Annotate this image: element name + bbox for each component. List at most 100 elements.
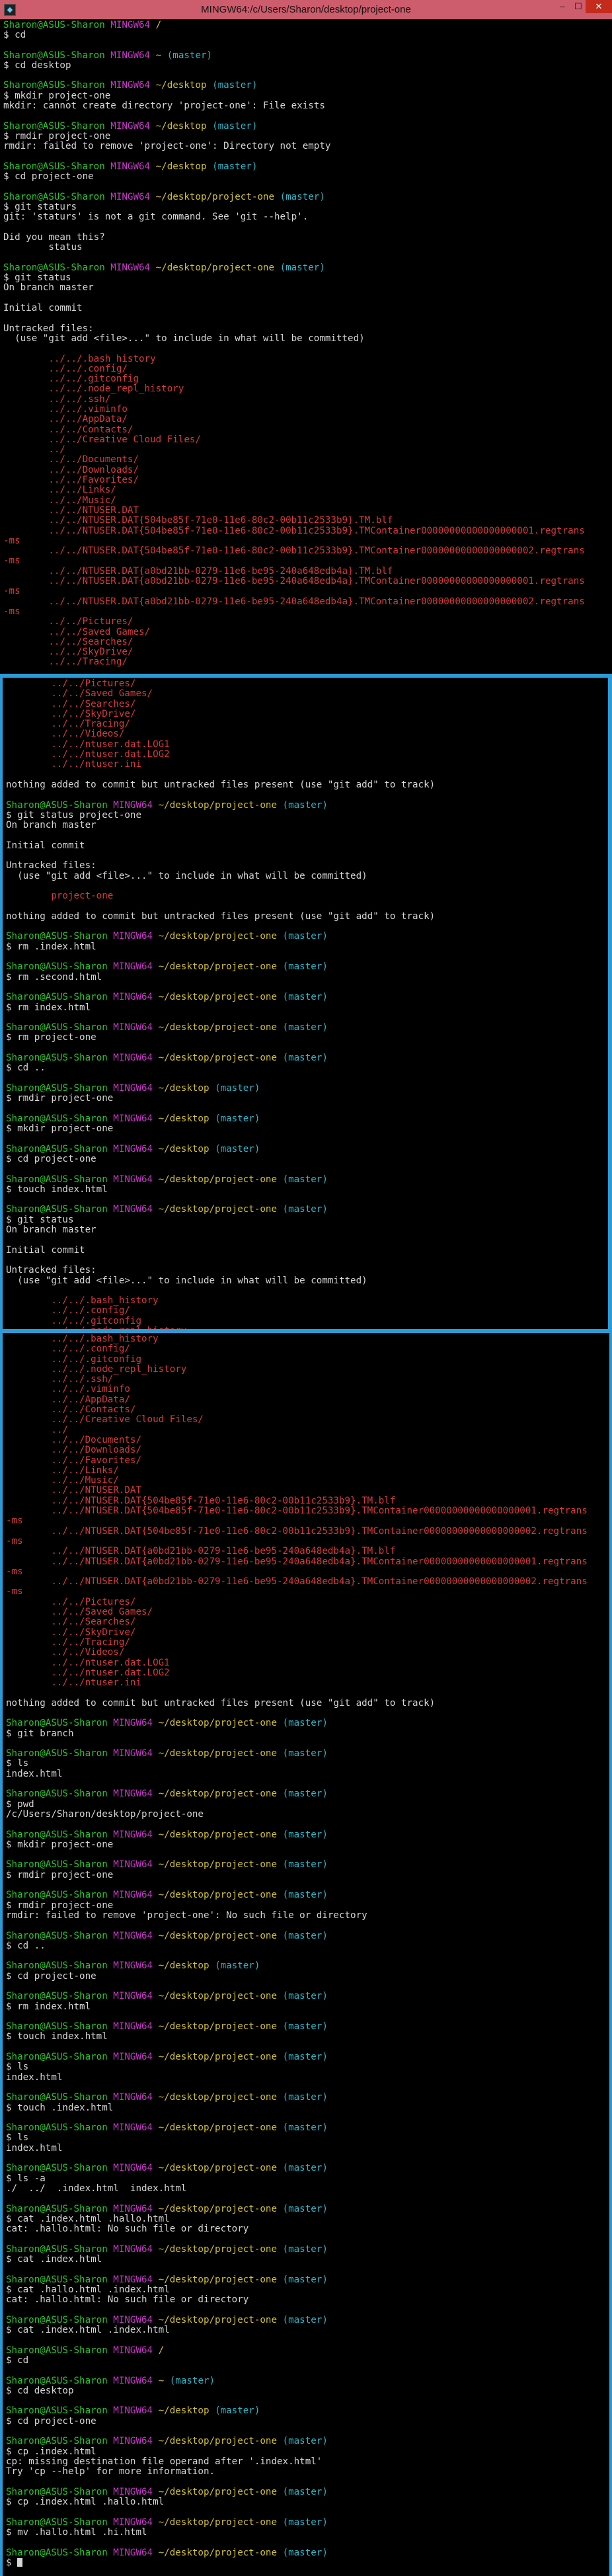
output-line: $ rmdir project-one xyxy=(6,1871,609,1880)
prompt-env: MINGW64 xyxy=(113,992,159,1003)
prompt-path: ~/desktop xyxy=(158,2406,215,2417)
prompt-branch: (master) xyxy=(282,1205,328,1215)
output-line: ../../ntuser.ini xyxy=(6,1678,609,1688)
prompt-branch: (master) xyxy=(282,1890,328,1901)
text-span: $ ls -a xyxy=(6,2173,46,2184)
prompt-line: Sharon@ASUS-Sharon MINGW64 ~/desktop/pro… xyxy=(6,1789,609,1799)
text-span: $ rm index.html xyxy=(6,1002,91,1013)
prompt-user: Sharon@ASUS-Sharon xyxy=(6,2376,114,2386)
untracked-file: ../../Creative Cloud Files/ xyxy=(6,1415,204,1426)
text-span: rmdir: failed to remove 'project-one': N… xyxy=(6,1910,367,1921)
output-line: ../../Downloads/ xyxy=(6,1445,609,1455)
untracked-file: ../../Creative Cloud Files/ xyxy=(3,434,201,445)
prompt-path: ~/desktop/project-one xyxy=(158,2274,283,2285)
prompt-path: ~/desktop/project-one xyxy=(158,1174,283,1185)
output-line: ../ xyxy=(6,1426,609,1435)
prompt-user: Sharon@ASUS-Sharon xyxy=(6,2345,114,2356)
terminal-pane-3[interactable]: ../../.bash_history ../../.config/ ../..… xyxy=(0,1333,612,2576)
prompt-line: Sharon@ASUS-Sharon MINGW64 ~/desktop (ma… xyxy=(6,2406,609,2416)
terminal-pane-1[interactable]: Sharon@ASUS-Sharon MINGW64 / $ cd Sharon… xyxy=(0,19,612,674)
text-span: $ cat .index.html .hallo.html xyxy=(6,2214,170,2224)
prompt-user: Sharon@ASUS-Sharon xyxy=(6,2244,114,2255)
prompt-branch: (master) xyxy=(282,1174,328,1185)
prompt-branch: (master) xyxy=(282,1830,328,1840)
prompt-env: MINGW64 xyxy=(110,121,156,132)
prompt-branch: (master) xyxy=(282,2093,328,2103)
untracked-file: ../../Tracing/ xyxy=(3,657,128,668)
output-line: ../../NTUSER.DAT{504be85f-71e0-11e6-80c2… xyxy=(3,516,612,526)
text-span: Did you mean this? xyxy=(3,232,105,243)
untracked-file: ../../NTUSER.DAT xyxy=(6,1486,141,1496)
prompt-line: Sharon@ASUS-Sharon MINGW64 ~/desktop/pro… xyxy=(6,1053,609,1063)
output-line: -ms xyxy=(6,1587,609,1597)
prompt-user: Sharon@ASUS-Sharon xyxy=(6,2517,114,2528)
text-span: $ git status xyxy=(3,273,71,284)
output-line: rmdir: failed to remove 'project-one': D… xyxy=(3,141,612,151)
output-line: $ cd desktop xyxy=(6,2386,609,2396)
text-span: $ rmdir project-one xyxy=(6,1900,114,1911)
prompt-path: ~/desktop/project-one xyxy=(158,2487,283,2497)
prompt-env: MINGW64 xyxy=(113,1890,159,1901)
prompt-user: Sharon@ASUS-Sharon xyxy=(6,1113,114,1124)
untracked-file: ../../ntuser.dat.LOG1 xyxy=(6,1658,170,1668)
output-line: ../../Favorites/ xyxy=(3,475,612,485)
output-line: rmdir: failed to remove 'project-one': N… xyxy=(6,1911,609,1921)
output-line: ../../ntuser.ini xyxy=(6,760,609,770)
window-titlebar: ◆ MINGW64:/c/Users/Sharon/desktop/projec… xyxy=(0,0,612,19)
output-line: cat: .hallo.html: No such file or direct… xyxy=(6,2224,609,2234)
prompt-env: MINGW64 xyxy=(113,1961,159,1972)
output-line: ../../ntuser.dat.LOG2 xyxy=(6,1668,609,1678)
output-line: $ mv .hallo.html .hi.html xyxy=(6,2528,609,2538)
prompt-env: MINGW64 xyxy=(113,2345,159,2356)
prompt-branch: (master) xyxy=(282,1718,328,1729)
output-line: $ cd project-one xyxy=(6,1972,609,1982)
output-line: ../../NTUSER.DAT{504be85f-71e0-11e6-80c2… xyxy=(3,526,612,536)
prompt-line: Sharon@ASUS-Sharon MINGW64 ~/desktop/pro… xyxy=(6,2163,609,2173)
text-span: $ cd project-one xyxy=(6,2416,96,2427)
prompt-path: ~/desktop/project-one xyxy=(158,2093,283,2103)
minimize-icon[interactable]: – xyxy=(554,0,571,13)
text-span: $ cat .index.html xyxy=(6,2255,102,2265)
prompt-branch: (master) xyxy=(215,1083,260,1094)
prompt-env: MINGW64 xyxy=(113,1789,159,1800)
untracked-file: ../../NTUSER.DAT{504be85f-71e0-11e6-80c2… xyxy=(3,526,585,536)
text-span: $ touch index.html xyxy=(6,1184,108,1195)
close-icon[interactable]: ✕ xyxy=(586,0,612,13)
untracked-file: ../../.bash_history xyxy=(6,1296,159,1307)
untracked-file: ../../.node_repl_history xyxy=(6,1364,187,1375)
untracked-file: ../../NTUSER.DAT{a0bd21bb-0279-11e6-be95… xyxy=(6,1577,588,1588)
output-line: ../../Creative Cloud Files/ xyxy=(6,1415,609,1425)
untracked-file: ../../SkyDrive/ xyxy=(6,1627,136,1638)
untracked-file: ../../Music/ xyxy=(6,1476,119,1486)
prompt-line: Sharon@ASUS-Sharon MINGW64 ~/desktop/pro… xyxy=(6,2315,609,2325)
output-line: ../../Music/ xyxy=(6,1476,609,1486)
output-line: ../../Tracing/ xyxy=(3,657,612,667)
output-line: ../../Saved Games/ xyxy=(6,1607,609,1617)
output-line: ../../Searches/ xyxy=(3,637,612,647)
text-span: $ cp .index.html xyxy=(6,2446,96,2457)
output-line: ../../NTUSER.DAT xyxy=(3,506,612,516)
prompt-path: / xyxy=(155,20,162,30)
output-line: ./ ../ .index.html index.html xyxy=(6,2184,609,2194)
prompt-path: ~/desktop/project-one xyxy=(158,2022,283,2033)
prompt-line: Sharon@ASUS-Sharon MINGW64 ~/desktop/pro… xyxy=(6,962,609,972)
prompt-line: Sharon@ASUS-Sharon MINGW64 ~/desktop/pro… xyxy=(6,2436,609,2446)
maximize-icon[interactable]: ☐ xyxy=(570,0,587,13)
output-line: (use "git add <file>..." to include in w… xyxy=(6,1276,609,1286)
prompt-line: Sharon@ASUS-Sharon MINGW64 ~/desktop/pro… xyxy=(6,1931,609,1941)
scrollbar[interactable] xyxy=(608,678,612,1329)
text-span: $ cd .. xyxy=(6,1941,46,1951)
untracked-file: ../../Favorites/ xyxy=(3,475,139,486)
untracked-file: ../../.gitconfig xyxy=(6,1354,141,1365)
text-span: $ ls xyxy=(6,1759,29,1769)
prompt-user: Sharon@ASUS-Sharon xyxy=(6,2274,114,2285)
terminal-pane-2[interactable]: ../../Pictures/ ../../Saved Games/ ../..… xyxy=(0,678,612,1336)
